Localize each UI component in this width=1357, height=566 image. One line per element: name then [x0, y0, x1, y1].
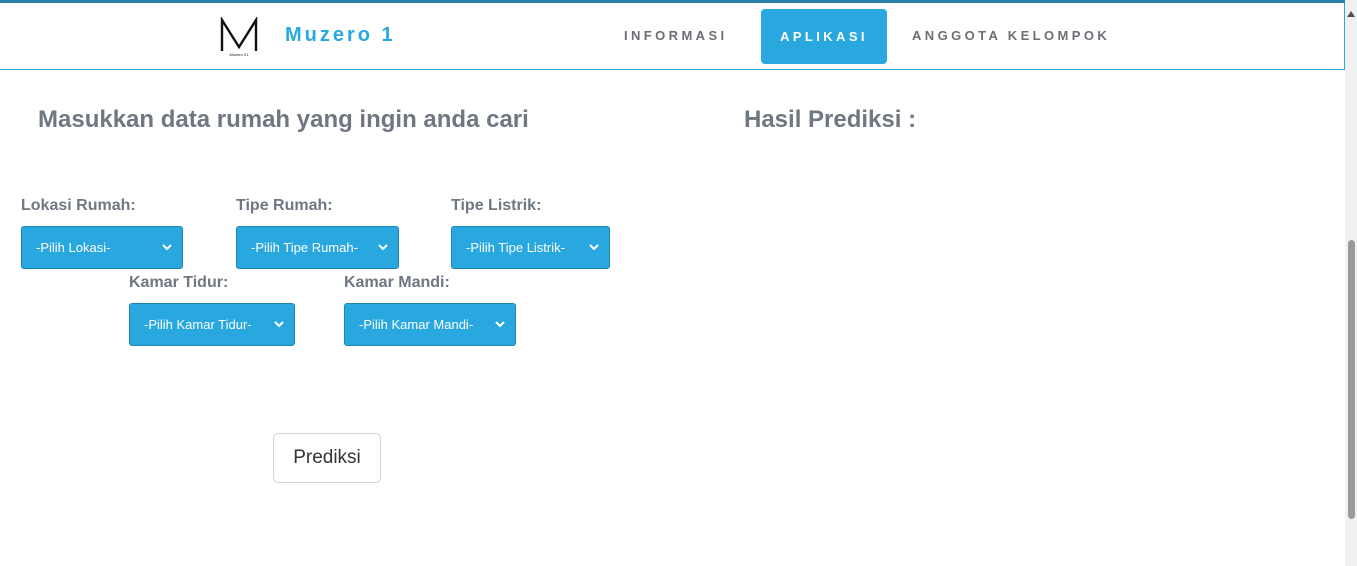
tipe-rumah-select[interactable]: -Pilih Tipe Rumah-: [236, 226, 399, 269]
vertical-scrollbar[interactable]: [1345, 0, 1357, 566]
tipe-listrik-select-value: -Pilih Tipe Listrik-: [466, 240, 565, 255]
navbar: Muzero 01 Muzero 1 INFORMASI APLIKASI AN…: [0, 3, 1345, 70]
logo[interactable]: Muzero 01: [219, 15, 259, 61]
tipe-listrik-label: Tipe Listrik:: [451, 197, 542, 214]
tipe-listrik-select[interactable]: -Pilih Tipe Listrik-: [451, 226, 610, 269]
lokasi-select[interactable]: -Pilih Lokasi-: [21, 226, 183, 269]
tipe-rumah-select-value: -Pilih Tipe Rumah-: [251, 240, 358, 255]
kamar-mandi-select-value: -Pilih Kamar Mandi-: [359, 317, 474, 332]
logo-m-icon: [220, 15, 258, 51]
kamar-tidur-select-value: -Pilih Kamar Tidur-: [144, 317, 252, 332]
chevron-down-icon: [376, 240, 390, 254]
prediksi-button-label: Prediksi: [293, 447, 361, 468]
nav-anggota-kelompok[interactable]: ANGGOTA KELOMPOK: [912, 28, 1110, 43]
chevron-down-icon: [493, 317, 507, 331]
nav-informasi[interactable]: INFORMASI: [624, 28, 728, 43]
kamar-tidur-select[interactable]: -Pilih Kamar Tidur-: [129, 303, 295, 346]
lokasi-label: Lokasi Rumah:: [21, 197, 136, 214]
prediksi-button[interactable]: Prediksi: [273, 433, 381, 483]
chevron-down-icon: [587, 240, 601, 254]
chevron-down-icon: [160, 240, 174, 254]
chevron-down-icon: [272, 317, 286, 331]
brand-name[interactable]: Muzero 1: [285, 24, 396, 47]
nav-aplikasi[interactable]: APLIKASI: [761, 9, 887, 64]
kamar-mandi-label: Kamar Mandi:: [344, 274, 450, 291]
logo-caption: Muzero 01: [229, 52, 249, 57]
nav-aplikasi-label: APLIKASI: [780, 29, 868, 44]
form-heading: Masukkan data rumah yang ingin anda cari: [38, 106, 529, 133]
scroll-up-arrow-icon[interactable]: [1347, 5, 1355, 17]
scrollbar-thumb[interactable]: [1348, 240, 1355, 519]
result-heading: Hasil Prediksi :: [744, 106, 917, 133]
tipe-rumah-label: Tipe Rumah:: [236, 197, 333, 214]
lokasi-select-value: -Pilih Lokasi-: [36, 240, 111, 255]
kamar-tidur-label: Kamar Tidur:: [129, 274, 229, 291]
kamar-mandi-select[interactable]: -Pilih Kamar Mandi-: [344, 303, 516, 346]
